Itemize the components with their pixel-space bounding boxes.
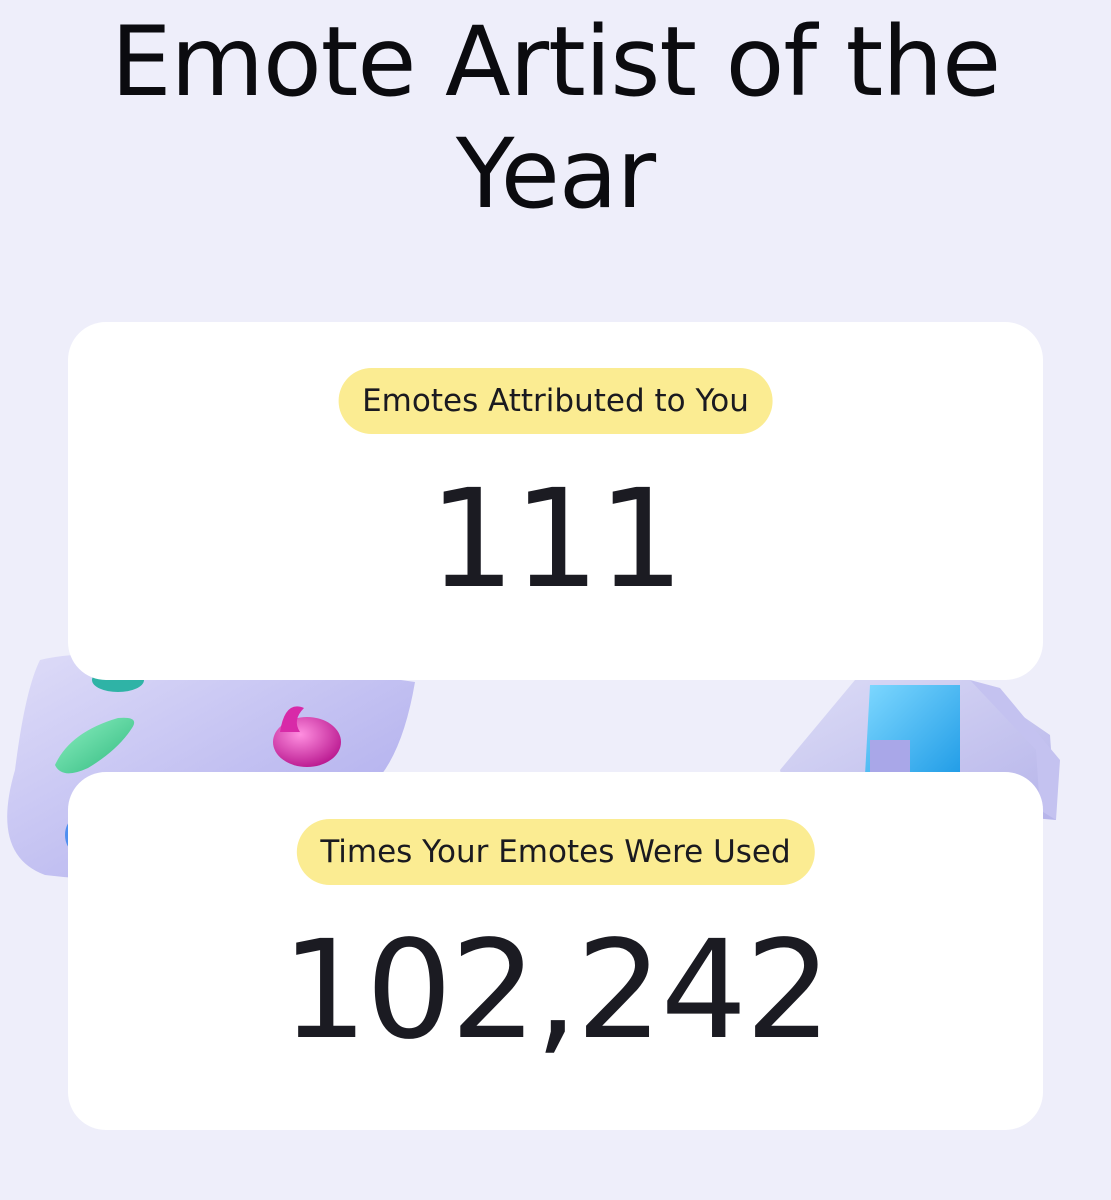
stat-label-pill: Times Your Emotes Were Used [296,819,815,885]
stat-card-emote-usage: Times Your Emotes Were Used 102,242 [68,772,1043,1130]
screen: { "page": { "title": "Emote Artist of th… [0,0,1111,1200]
page-title: Emote Artist of the Year [110,6,1001,230]
stat-label-pill: Emotes Attributed to You [338,368,773,434]
stat-value: 111 [428,461,685,619]
stat-card-emotes-attributed: Emotes Attributed to You 111 [68,322,1043,680]
stat-value: 102,242 [281,912,831,1070]
